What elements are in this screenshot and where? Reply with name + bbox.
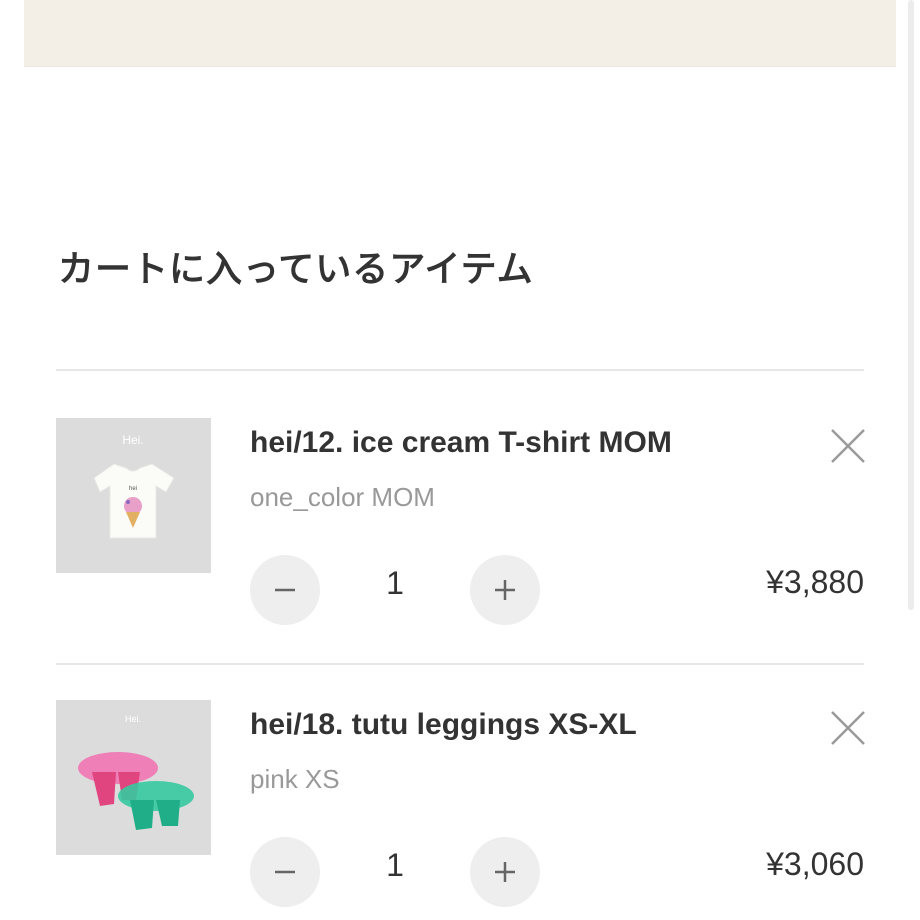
plus-icon <box>495 580 515 600</box>
minus-icon <box>275 870 295 874</box>
remove-item-button[interactable] <box>828 426 868 466</box>
cart-page: カートに入っているアイテム Hei. hei hei/12. ice cream… <box>0 0 920 920</box>
minus-icon <box>275 588 295 592</box>
quantity-value: 1 <box>386 847 404 883</box>
thumbnail-brand-text: Hei. <box>122 433 143 447</box>
divider <box>56 663 864 665</box>
product-name[interactable]: hei/18. tutu leggings XS-XL <box>250 708 637 742</box>
product-name[interactable]: hei/12. ice cream T-shirt MOM <box>250 426 672 460</box>
top-banner <box>24 0 896 67</box>
increase-quantity-button[interactable] <box>470 555 540 625</box>
cart-title: カートに入っているアイテム <box>58 248 534 289</box>
cart-item: Hei. hei/18. tutu leggings XS-XL pink XS <box>56 700 865 920</box>
plus-icon <box>495 862 515 882</box>
increase-quantity-button[interactable] <box>470 837 540 907</box>
product-variant: one_color MOM <box>250 482 435 512</box>
quantity-value: 1 <box>386 565 404 601</box>
close-icon <box>831 711 865 745</box>
cart-item: Hei. hei hei/12. ice cream T-shirt MOM o… <box>56 418 865 638</box>
scrollbar[interactable] <box>908 0 914 610</box>
divider <box>56 369 864 371</box>
product-thumbnail[interactable]: Hei. <box>56 700 211 855</box>
decrease-quantity-button[interactable] <box>250 555 320 625</box>
close-icon <box>831 429 865 463</box>
decrease-quantity-button[interactable] <box>250 837 320 907</box>
product-price: ¥3,060 <box>766 846 864 882</box>
remove-item-button[interactable] <box>828 708 868 748</box>
product-variant: pink XS <box>250 764 340 794</box>
svg-text:hei: hei <box>129 486 137 492</box>
product-thumbnail[interactable]: Hei. hei <box>56 418 211 573</box>
product-price: ¥3,880 <box>766 564 864 600</box>
thumbnail-brand-text: Hei. <box>125 714 141 724</box>
